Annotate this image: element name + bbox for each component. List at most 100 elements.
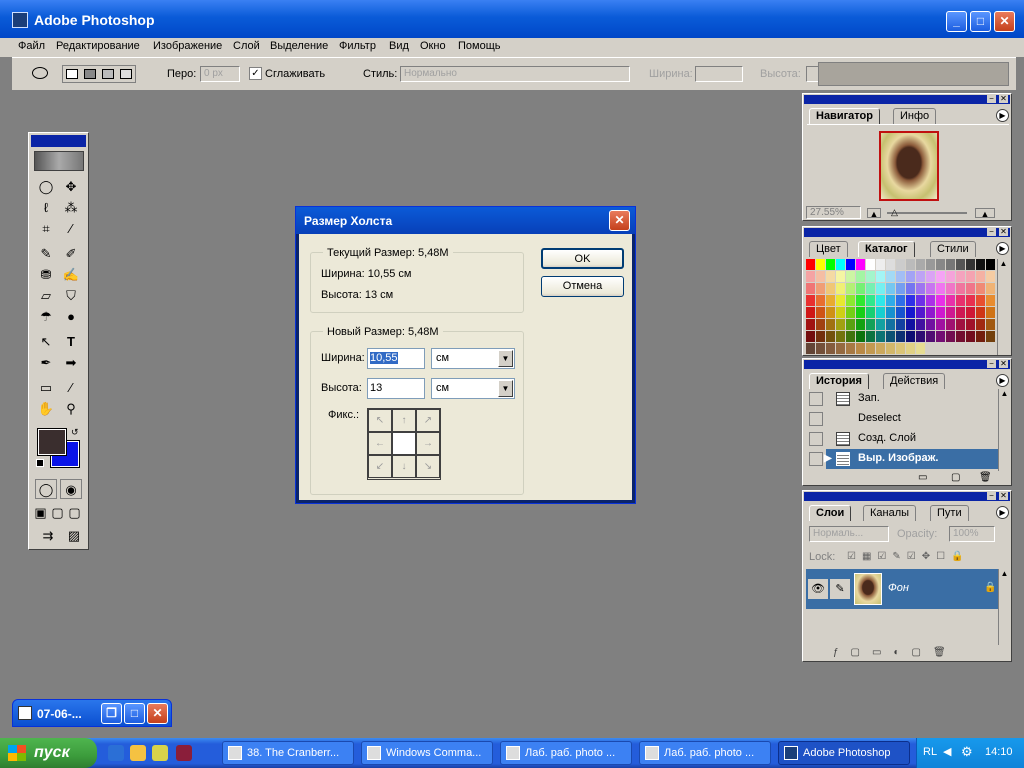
color-swatch[interactable]: [856, 319, 865, 330]
photoshop-app-icon[interactable]: [12, 12, 28, 28]
start-button[interactable]: пуск: [0, 738, 97, 768]
menu-image[interactable]: Изображение: [153, 40, 222, 52]
subtract-selection-icon[interactable]: [102, 69, 114, 79]
pen-tool-icon[interactable]: ✒: [35, 353, 57, 373]
taskbar-item-active[interactable]: Adobe Photoshop: [778, 741, 910, 765]
panel-menu-arrow-icon[interactable]: ▶: [996, 506, 1009, 519]
panel-minimize-icon[interactable]: −: [987, 95, 996, 103]
color-swatch[interactable]: [806, 343, 815, 354]
color-swatch[interactable]: [976, 307, 985, 318]
delete-state-icon[interactable]: 🗑: [979, 472, 992, 483]
color-swatch[interactable]: [896, 319, 905, 330]
color-swatch[interactable]: [916, 331, 925, 342]
color-swatch[interactable]: [876, 331, 885, 342]
chevron-down-icon[interactable]: ▼: [498, 350, 513, 367]
color-swatch[interactable]: [826, 343, 835, 354]
color-swatch[interactable]: [896, 259, 905, 270]
color-swatch[interactable]: [816, 271, 825, 282]
color-swatch[interactable]: [806, 271, 815, 282]
color-swatch[interactable]: [806, 307, 815, 318]
color-swatch[interactable]: [846, 259, 855, 270]
color-swatch[interactable]: [986, 307, 995, 318]
color-swatch[interactable]: [846, 307, 855, 318]
color-swatch[interactable]: [846, 283, 855, 294]
dodge-tool-icon[interactable]: ●: [60, 307, 82, 327]
clone-stamp-tool-icon[interactable]: ⛃: [35, 265, 57, 285]
color-swatch[interactable]: [906, 319, 915, 330]
color-swatch[interactable]: [956, 283, 965, 294]
color-swatch[interactable]: [836, 283, 845, 294]
swap-colors-icon[interactable]: ↺: [71, 427, 79, 438]
navigator-zoom-value[interactable]: 27.55%: [806, 206, 861, 219]
color-swatch[interactable]: [866, 271, 875, 282]
lock-options-icons[interactable]: ☑▦☑✎☑✥☐🔒: [847, 551, 970, 562]
anchor-bottom-right[interactable]: ↘: [416, 455, 440, 478]
palette-well[interactable]: [818, 62, 1009, 86]
color-swatch[interactable]: [856, 259, 865, 270]
magic-wand-tool-icon[interactable]: ⁂: [60, 198, 82, 218]
foreground-color-front[interactable]: [37, 428, 67, 456]
history-item-selected[interactable]: ▶ Выр. Изображ.: [824, 449, 998, 469]
zoom-slider-thumb[interactable]: △: [891, 207, 898, 218]
layer-name[interactable]: Фон: [888, 582, 909, 594]
color-swatch[interactable]: [906, 271, 915, 282]
opacity-input[interactable]: 100%: [949, 526, 995, 542]
color-swatch[interactable]: [926, 271, 935, 282]
color-swatch[interactable]: [856, 307, 865, 318]
color-swatch[interactable]: [836, 307, 845, 318]
color-swatch[interactable]: [936, 283, 945, 294]
antialias-checkbox[interactable]: ✓: [249, 67, 262, 80]
color-swatch[interactable]: [916, 319, 925, 330]
color-swatch[interactable]: [816, 319, 825, 330]
color-swatch[interactable]: [846, 331, 855, 342]
new-selection-icon[interactable]: [66, 69, 78, 79]
color-swatch[interactable]: [976, 271, 985, 282]
color-swatch[interactable]: [816, 295, 825, 306]
menu-layer[interactable]: Слой: [233, 40, 260, 52]
color-swatch[interactable]: [986, 319, 995, 330]
paint-bucket-tool-icon[interactable]: ⛉: [60, 286, 82, 306]
tab-layers[interactable]: Слои: [809, 505, 852, 521]
tab-channels[interactable]: Каналы: [863, 505, 917, 521]
tab-swatches[interactable]: Каталог: [858, 241, 915, 257]
panel-minimize-icon[interactable]: −: [987, 360, 996, 368]
maximize-button[interactable]: □: [970, 11, 991, 32]
color-swatch[interactable]: [946, 319, 955, 330]
color-swatch[interactable]: [826, 319, 835, 330]
width-unit-select[interactable]: см ▼: [431, 348, 515, 369]
quick-launch-icon[interactable]: [152, 745, 168, 761]
swatches-panel-titlebar[interactable]: [804, 228, 1010, 237]
color-swatch[interactable]: [856, 295, 865, 306]
color-swatch[interactable]: [936, 307, 945, 318]
color-swatch[interactable]: [896, 307, 905, 318]
height-input[interactable]: 13: [367, 378, 425, 399]
history-brush-source-icon[interactable]: [809, 432, 823, 446]
eraser-tool-icon[interactable]: ▱: [35, 286, 57, 306]
panel-menu-arrow-icon[interactable]: ▶: [996, 374, 1009, 387]
close-button[interactable]: ✕: [147, 703, 168, 724]
color-swatch[interactable]: [906, 295, 915, 306]
color-swatch[interactable]: [976, 295, 985, 306]
menu-filter[interactable]: Фильтр: [339, 40, 376, 52]
taskbar-item[interactable]: Лаб. раб. photo ...: [639, 741, 771, 765]
type-tool-icon[interactable]: T: [60, 332, 82, 352]
anchor-bottom-left[interactable]: ↙: [368, 455, 392, 478]
color-swatch[interactable]: [826, 331, 835, 342]
color-swatch[interactable]: [856, 343, 865, 354]
navigator-panel-titlebar[interactable]: [804, 95, 1010, 104]
close-button[interactable]: ✕: [994, 11, 1015, 32]
imageready-icon[interactable]: ▨: [63, 526, 85, 546]
color-swatch[interactable]: [986, 271, 995, 282]
color-swatch[interactable]: [956, 271, 965, 282]
color-swatch[interactable]: [866, 259, 875, 270]
color-swatch[interactable]: [916, 271, 925, 282]
menu-window[interactable]: Окно: [420, 40, 446, 52]
tab-styles[interactable]: Стили: [930, 241, 976, 257]
healing-brush-tool-icon[interactable]: ✎: [35, 244, 57, 264]
color-swatch[interactable]: [896, 271, 905, 282]
chevron-down-icon[interactable]: ▼: [498, 380, 513, 397]
shape-tool-icon[interactable]: ➡: [60, 353, 82, 373]
history-item[interactable]: Deselect: [806, 409, 998, 429]
color-swatch[interactable]: [956, 331, 965, 342]
color-swatch[interactable]: [986, 331, 995, 342]
